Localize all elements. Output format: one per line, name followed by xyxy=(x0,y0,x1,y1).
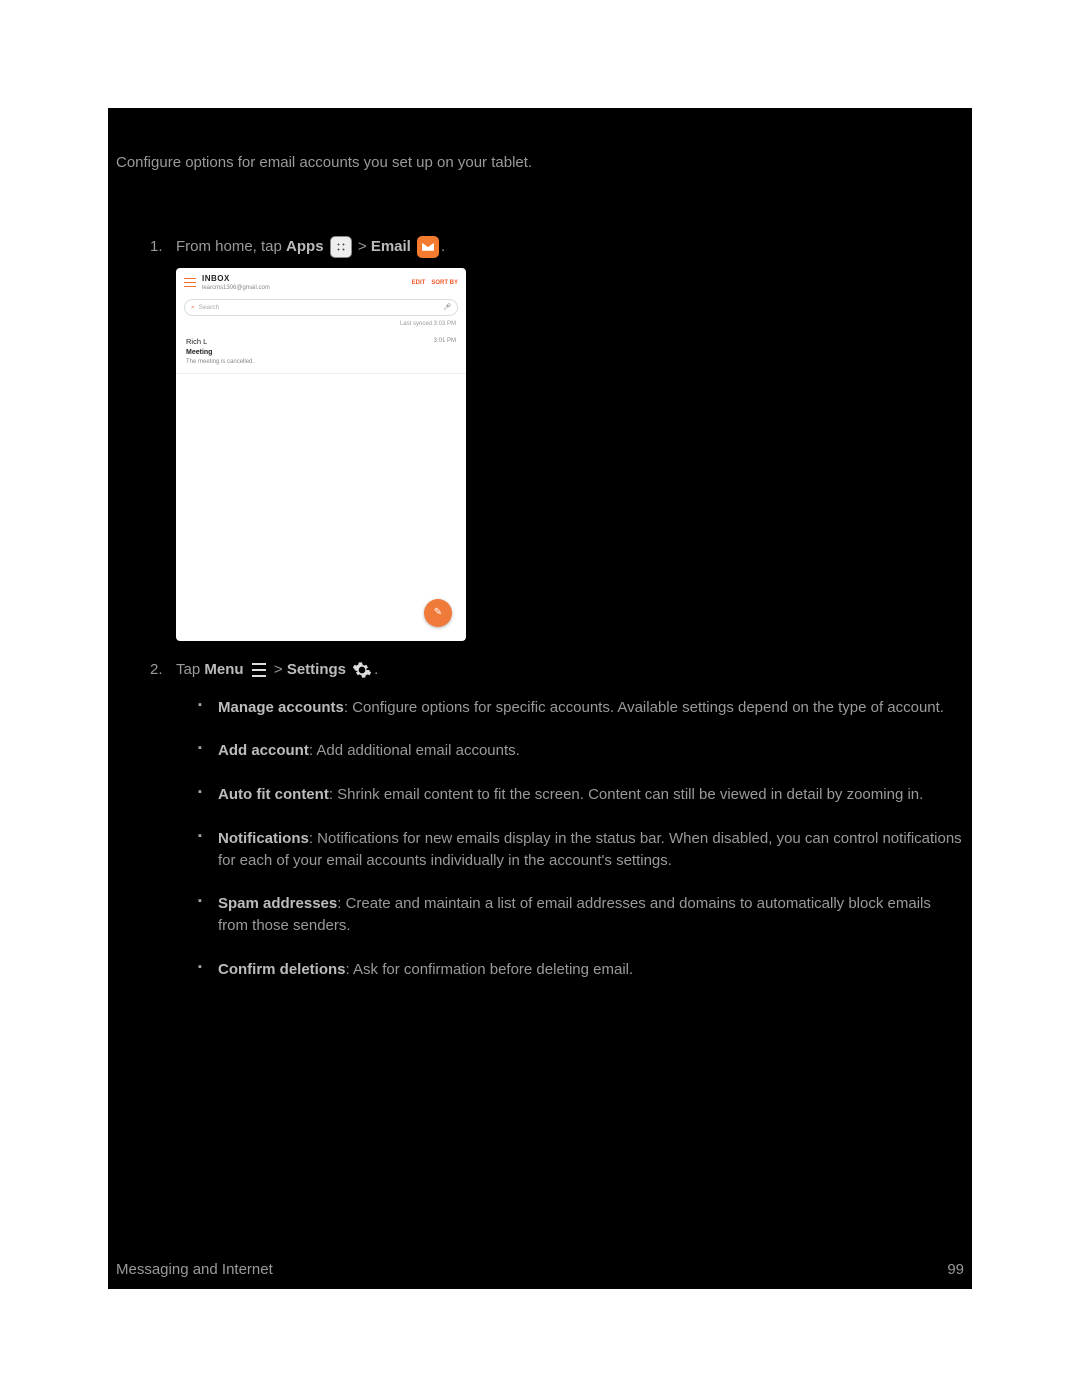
b3-text: : Shrink email content to fit the screen… xyxy=(329,786,923,803)
last-sync-text: Last synced 3:03 PM xyxy=(176,320,466,333)
email-sender: Rich L xyxy=(186,337,456,348)
step1-apps: Apps xyxy=(286,238,324,255)
compose-fab[interactable]: ✎ xyxy=(424,599,452,627)
footer-page-number: 99 xyxy=(947,1259,964,1281)
b1-text: : Configure options for specific account… xyxy=(344,699,944,716)
step2-settings: Settings xyxy=(287,661,346,678)
sort-by-button[interactable]: SORT BY xyxy=(431,279,458,288)
b4-bold: Notifications xyxy=(218,830,309,847)
bullet-manage-accounts: Manage accounts: Configure options for s… xyxy=(198,697,964,719)
b1-bold: Manage accounts xyxy=(218,699,344,716)
hamburger-menu-icon[interactable] xyxy=(184,278,196,288)
mic-icon[interactable]: 🎤︎ xyxy=(443,303,451,312)
edit-button[interactable]: EDIT xyxy=(412,279,426,288)
email-subject: Meeting xyxy=(186,348,456,358)
settings-bullets: Manage accounts: Configure options for s… xyxy=(176,697,964,981)
b6-text: : Ask for confirmation before deleting e… xyxy=(346,961,634,978)
b3-bold: Auto fit content xyxy=(218,786,329,803)
account-email: learcms1306@gmail.com xyxy=(202,284,406,293)
b6-bold: Confirm deletions xyxy=(218,961,346,978)
step1-period: . xyxy=(441,238,445,255)
step2-sep: > xyxy=(270,661,287,678)
email-app-icon xyxy=(417,236,439,258)
search-input[interactable]: ⌕ Search 🎤︎ xyxy=(184,299,458,316)
step-2: Tap Menu > Settings . Manage accounts: C… xyxy=(156,659,964,981)
bullet-add-account: Add account: Add additional email accoun… xyxy=(198,740,964,762)
step-1: From home, tap Apps > Email . INBOX lear… xyxy=(156,236,964,641)
steps-list: From home, tap Apps > Email . INBOX lear… xyxy=(116,236,964,981)
inbox-label: INBOX xyxy=(202,273,406,285)
compose-icon: ✎ xyxy=(434,606,442,621)
b5-bold: Spam addresses xyxy=(218,895,337,912)
bullet-auto-fit: Auto fit content: Shrink email content t… xyxy=(198,784,964,806)
b2-text: : Add additional email accounts. xyxy=(309,742,520,759)
email-row[interactable]: Rich L 3:01 PM Meeting The meeting is ca… xyxy=(176,333,466,374)
search-placeholder: Search xyxy=(199,303,220,312)
step1-sep: > xyxy=(354,238,371,255)
inbox-title-box: INBOX learcms1306@gmail.com xyxy=(202,273,406,293)
step1-email: Email xyxy=(371,238,411,255)
step2-prefix: Tap xyxy=(176,661,204,678)
step2-period: . xyxy=(374,661,378,678)
bullet-notifications: Notifications: Notifications for new ema… xyxy=(198,828,964,872)
gear-icon xyxy=(352,660,372,680)
document-page: Configure options for email accounts you… xyxy=(108,108,972,1289)
bullet-spam: Spam addresses: Create and maintain a li… xyxy=(198,893,964,937)
intro-paragraph: Configure options for email accounts you… xyxy=(116,152,964,174)
tablet-screenshot: INBOX learcms1306@gmail.com EDIT SORT BY… xyxy=(176,268,466,641)
email-snippet: The meeting is cancelled. xyxy=(186,358,456,367)
menu-lines-icon xyxy=(250,661,268,679)
step2-menu: Menu xyxy=(204,661,243,678)
b4-text: : Notifications for new emails display i… xyxy=(218,830,962,869)
apps-grid-icon xyxy=(330,236,352,258)
b2-bold: Add account xyxy=(218,742,309,759)
step1-prefix: From home, tap xyxy=(176,238,286,255)
footer-section: Messaging and Internet xyxy=(116,1259,273,1281)
email-time: 3:01 PM xyxy=(434,337,456,346)
search-icon: ⌕ xyxy=(191,303,195,312)
inbox-header: INBOX learcms1306@gmail.com EDIT SORT BY xyxy=(176,268,466,295)
bullet-confirm-deletions: Confirm deletions: Ask for confirmation … xyxy=(198,959,964,981)
